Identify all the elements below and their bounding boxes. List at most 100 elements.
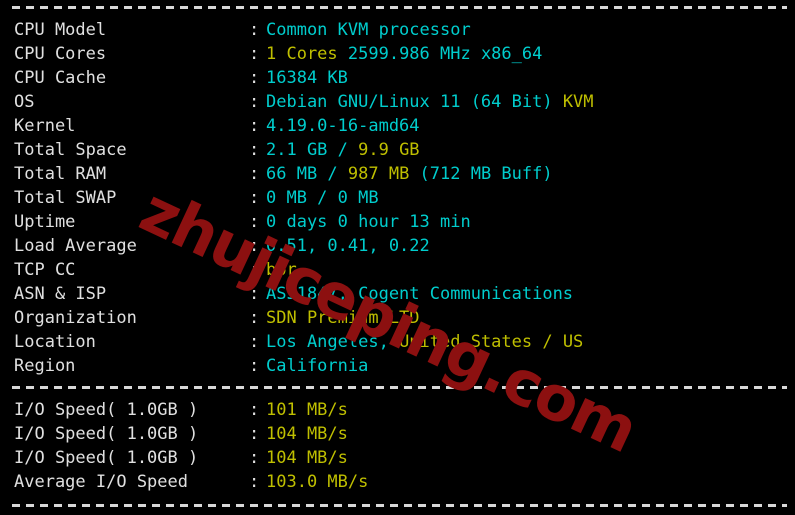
field-colon: :	[249, 472, 260, 492]
system-info-value-segment: California	[266, 356, 369, 376]
io-speed-value-segment: 104 MB/s	[266, 424, 348, 444]
system-info-row: TCP CC: bbr	[0, 258, 795, 282]
system-info-label: ASN & ISP	[14, 284, 107, 304]
field-colon: :	[249, 236, 260, 256]
io-speed-value: 103.0 MB/s	[266, 470, 368, 494]
system-info-value: AS51847, Cogent Communications	[266, 282, 573, 306]
separator-middle	[12, 386, 787, 389]
io-speed-row: I/O Speed( 1.0GB ):101 MB/s	[0, 398, 795, 422]
system-info-row: CPU Model: Common KVM processor	[0, 18, 795, 42]
system-info-row: OS: Debian GNU/Linux 11 (64 Bit) KVM	[0, 90, 795, 114]
system-info-value-segment: 9.9 GB	[358, 140, 420, 160]
io-speed-value-segment: 103.0 MB/s	[266, 472, 369, 492]
system-info-row: Uptime:0 days 0 hour 13 min	[0, 210, 795, 234]
io-speed-label: Average I/O Speed	[14, 472, 188, 492]
system-info-value-segment: 0 days 0 hour 13 min	[266, 212, 471, 232]
field-colon: :	[249, 140, 260, 160]
system-info-value-segment: bbr	[266, 260, 297, 280]
system-info-value-segment: SDN Premium LTD	[266, 308, 420, 328]
system-info-value-segment: AS51847, Cogent Communications	[266, 284, 574, 304]
field-colon: :	[249, 20, 260, 40]
field-colon: :	[249, 400, 260, 420]
system-info-value-segment: 987 MB	[347, 164, 420, 184]
io-speed-row: I/O Speed( 1.0GB ):104 MB/s	[0, 422, 795, 446]
system-info-row: Total Space:2.1 GB / 9.9 GB	[0, 138, 795, 162]
system-info-value-segment: (712 MB Buff)	[419, 164, 553, 184]
io-speed-value-segment: 104 MB/s	[266, 448, 348, 468]
system-info-label: Load Average	[14, 236, 137, 256]
system-info-label: Total SWAP	[14, 188, 117, 208]
field-colon: :	[249, 116, 260, 136]
system-info-row: Load Average:0.51, 0.41, 0.22	[0, 234, 795, 258]
terminal-output: CPU Model: Common KVM processor CPU Cores:…	[0, 0, 795, 515]
field-colon: :	[249, 44, 260, 64]
system-info-row: Kernel:4.19.0-16-amd64	[0, 114, 795, 138]
system-info-value-segment: 4.19.0-16-amd64	[266, 116, 420, 136]
system-info-label: CPU Model	[14, 20, 107, 40]
field-colon: :	[249, 164, 260, 184]
field-colon: :	[249, 284, 260, 304]
system-info-label: CPU Cache	[14, 68, 107, 88]
system-info-value: SDN Premium LTD	[266, 306, 420, 330]
system-info-value: 4.19.0-16-amd64	[266, 114, 420, 138]
field-colon: :	[249, 448, 260, 468]
system-info-value-segment: 0.51, 0.41, 0.22	[266, 236, 430, 256]
system-info-value-segment: United States / US	[399, 332, 584, 352]
field-colon: :	[249, 332, 260, 352]
system-info-value: Debian GNU/Linux 11 (64 Bit) KVM	[266, 90, 594, 114]
system-info-label: Total RAM	[14, 164, 107, 184]
field-colon: :	[249, 92, 260, 112]
system-info-label: Total Space	[14, 140, 127, 160]
system-info-value: 16384 KB	[266, 66, 348, 90]
io-speed-value: 101 MB/s	[266, 398, 348, 422]
system-info-value-segment: 16384 KB	[266, 68, 348, 88]
system-info-row: CPU Cores:1 Cores 2599.986 MHz x86_64	[0, 42, 795, 66]
system-info-value: 2.1 GB / 9.9 GB	[266, 138, 420, 162]
system-info-value: bbr	[266, 258, 297, 282]
system-info-row: Organization: SDN Premium LTD	[0, 306, 795, 330]
system-info-value-segment: 66 MB /	[266, 164, 348, 184]
field-colon: :	[249, 260, 260, 280]
system-info-value-segment: 2.1 GB /	[266, 140, 359, 160]
system-info-row: Total SWAP:0 MB / 0 MB	[0, 186, 795, 210]
system-info-value: 0 days 0 hour 13 min	[266, 210, 471, 234]
io-speed-label: I/O Speed( 1.0GB )	[14, 424, 199, 444]
io-speed-row: Average I/O Speed:103.0 MB/s	[0, 470, 795, 494]
system-info-label: Region	[14, 356, 76, 376]
system-info-value-segment: Debian GNU/Linux 11 (64 Bit)	[266, 92, 563, 112]
system-info-value-segment: 2599.986 MHz x86_64	[347, 44, 543, 64]
system-info-value: California	[266, 354, 368, 378]
field-colon: :	[249, 308, 260, 328]
io-speed-label: I/O Speed( 1.0GB )	[14, 448, 199, 468]
system-info-row: Region: California	[0, 354, 795, 378]
system-info-value-segment: 0 MB	[337, 188, 379, 208]
field-colon: :	[249, 188, 260, 208]
io-speed-row: I/O Speed( 1.0GB ):104 MB/s	[0, 446, 795, 470]
system-info-row: Location: Los Angeles, United States / US	[0, 330, 795, 354]
system-info-label: TCP CC	[14, 260, 76, 280]
system-info-value: Common KVM processor	[266, 18, 471, 42]
system-info-value-segment: 0 MB /	[266, 188, 338, 208]
system-info-value: Los Angeles, United States / US	[266, 330, 583, 354]
system-info-value: 0 MB / 0 MB	[266, 186, 379, 210]
io-speed-section: I/O Speed( 1.0GB ):101 MB/s I/O Speed( 1.…	[0, 398, 795, 494]
io-speed-value-segment: 101 MB/s	[266, 400, 348, 420]
field-colon: :	[249, 356, 260, 376]
system-info-label: OS	[14, 92, 35, 112]
system-info-value-segment: Los Angeles,	[266, 332, 400, 352]
system-info-label: Uptime	[14, 212, 76, 232]
field-colon: :	[249, 68, 260, 88]
system-info-value-segment: KVM	[562, 92, 594, 112]
system-info-label: Kernel	[14, 116, 76, 136]
io-speed-label: I/O Speed( 1.0GB )	[14, 400, 199, 420]
system-info-value: 0.51, 0.41, 0.22	[266, 234, 430, 258]
system-info-row: ASN & ISP: AS51847, Cogent Communications	[0, 282, 795, 306]
system-info-row: CPU Cache:16384 KB	[0, 66, 795, 90]
separator-top	[12, 6, 787, 9]
io-speed-value: 104 MB/s	[266, 446, 348, 470]
system-info-value: 66 MB / 987 MB (712 MB Buff)	[266, 162, 553, 186]
system-info-label: Organization	[14, 308, 137, 328]
system-info-value-segment: 1 Cores	[266, 44, 348, 64]
system-info-label: Location	[14, 332, 96, 352]
system-info-value: 1 Cores 2599.986 MHz x86_64	[266, 42, 542, 66]
